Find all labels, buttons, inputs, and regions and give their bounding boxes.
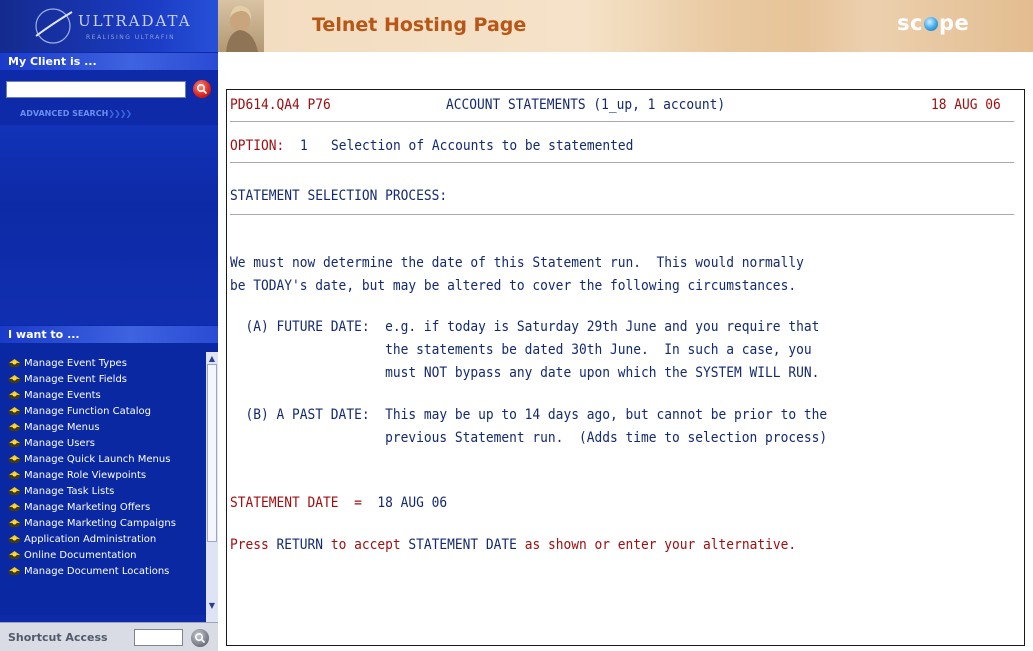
telnet-terminal[interactable]: PD614.QA4 P76 ACCOUNT STATEMENTS (1_up, … xyxy=(226,89,1025,646)
intro-line-2: be TODAY's date, but may be altered to c… xyxy=(230,278,797,294)
arrow-bullet-icon xyxy=(8,487,21,496)
task-menu-item-label: Manage Function Catalog xyxy=(24,406,152,417)
shortcut-access-label: Shortcut Access xyxy=(8,631,108,644)
arrow-bullet-icon xyxy=(8,375,21,384)
task-menu-item[interactable]: Online Documentation xyxy=(8,550,200,566)
arrow-bullet-icon xyxy=(8,407,21,416)
client-panel xyxy=(0,125,218,325)
prompt-text: as shown or enter your alternative. xyxy=(516,537,797,553)
divider xyxy=(230,214,1014,215)
prompt-return-key: RETURN xyxy=(276,537,324,553)
advanced-search-link[interactable]: ADVANCED SEARCH❯❯❯❯ xyxy=(20,109,132,118)
page-title: Telnet Hosting Page xyxy=(312,14,527,36)
statement-date-value: 18 AUG 06 xyxy=(377,495,448,511)
my-client-header: My Client is ... xyxy=(0,53,218,70)
task-menu-item-label: Manage Users xyxy=(24,438,95,449)
return-prompt: Press RETURN to accept STATEMENT DATE as… xyxy=(230,537,796,553)
statement-date-line: STATEMENT DATE = 18 AUG 06 xyxy=(230,495,447,511)
arrow-bullet-icon xyxy=(8,359,21,368)
task-menu-item-label: Manage Document Locations xyxy=(24,566,170,577)
program-id: PD614.QA4 P76 xyxy=(230,97,331,113)
task-menu-item[interactable]: Manage Event Types xyxy=(8,358,200,374)
process-title: STATEMENT SELECTION PROCESS: xyxy=(230,188,448,204)
client-search-input[interactable] xyxy=(6,81,186,98)
task-menu-item-label: Manage Role Viewpoints xyxy=(24,470,147,481)
scope-logo: sc pe xyxy=(897,11,970,35)
scroll-up-icon[interactable]: ▲ xyxy=(207,353,217,364)
task-menu-item-label: Application Administration xyxy=(24,534,157,545)
task-menu-item-label: Manage Marketing Campaigns xyxy=(24,518,176,529)
left-sidebar: ULTRADATA REALISING ULTRAFIN My Client i… xyxy=(0,0,218,651)
arrow-bullet-icon xyxy=(8,567,21,576)
task-menu-item-label: Manage Task Lists xyxy=(24,486,115,497)
arrow-bullet-icon xyxy=(8,551,21,560)
statement-date-label: STATEMENT DATE = xyxy=(230,495,378,511)
client-search-button[interactable] xyxy=(193,80,211,98)
future-date-line-1: (A) FUTURE DATE: e.g. if today is Saturd… xyxy=(230,319,820,335)
arrow-bullet-icon xyxy=(8,503,21,512)
advanced-search-label: ADVANCED SEARCH xyxy=(20,109,109,118)
future-date-line-3: must NOT bypass any date upon which the … xyxy=(230,365,820,381)
globe-icon xyxy=(923,17,938,31)
prompt-statement-date: STATEMENT DATE xyxy=(408,537,517,553)
task-menu-item[interactable]: Manage Role Viewpoints xyxy=(8,470,200,486)
prompt-text: to accept xyxy=(323,537,409,553)
shortcut-go-button[interactable] xyxy=(191,629,209,647)
task-menu-item-label: Manage Events xyxy=(24,390,101,401)
scrollbar-thumb[interactable] xyxy=(207,364,217,542)
arrow-bullet-icon xyxy=(8,423,21,432)
task-menu-item[interactable]: Manage Users xyxy=(8,438,200,454)
past-date-line-2: previous Statement run. (Adds time to se… xyxy=(230,430,828,446)
chevrons-right-icon: ❯❯❯❯ xyxy=(108,109,132,118)
option-value: 1 Selection of Accounts to be statemente… xyxy=(300,138,634,154)
page-header: Telnet Hosting Page sc pe xyxy=(218,0,1033,52)
magnifier-icon xyxy=(196,83,208,95)
shortcut-access-bar: Shortcut Access xyxy=(0,622,218,651)
arrow-bullet-icon xyxy=(8,471,21,480)
ultradata-logo-bar: ULTRADATA REALISING ULTRAFIN xyxy=(0,0,218,52)
task-menu-list: Manage Event Types Manage Event Fields Man… xyxy=(0,343,200,582)
task-menu-item[interactable]: Manage Events xyxy=(8,390,200,406)
task-menu-scrollbar[interactable]: ▲ ▼ xyxy=(206,352,218,622)
logo-tagline: REALISING ULTRAFIN xyxy=(86,34,176,41)
task-menu-item[interactable]: Manage Event Fields xyxy=(8,374,200,390)
task-menu-item[interactable]: Manage Document Locations xyxy=(8,566,200,582)
task-menu-item[interactable]: Application Administration xyxy=(8,534,200,550)
magnifier-icon xyxy=(194,632,206,644)
task-menu-item[interactable]: Manage Task Lists xyxy=(8,486,200,502)
arrow-bullet-icon xyxy=(8,455,21,464)
option-label: OPTION: xyxy=(230,138,285,154)
header-photo xyxy=(218,0,264,52)
i-want-to-panel: Manage Event Types Manage Event Fields Man… xyxy=(0,343,218,615)
arrow-bullet-icon xyxy=(8,535,21,544)
task-menu-item-label: Manage Event Types xyxy=(24,358,127,369)
task-menu-item-label: Manage Menus xyxy=(24,422,100,433)
task-menu-item[interactable]: Manage Marketing Offers xyxy=(8,502,200,518)
divider xyxy=(230,121,1014,122)
future-date-line-2: the statements be dated 30th June. In su… xyxy=(230,342,812,358)
logo-text: ULTRADATA xyxy=(78,12,192,30)
shortcut-access-input[interactable] xyxy=(134,629,183,646)
task-menu-item-label: Manage Marketing Offers xyxy=(24,502,151,513)
i-want-to-header: I want to ... xyxy=(0,326,218,343)
task-menu-item-label: Manage Quick Launch Menus xyxy=(24,454,171,465)
task-menu-item[interactable]: Manage Marketing Campaigns xyxy=(8,518,200,534)
prompt-text: Press xyxy=(230,537,277,553)
screen-title: ACCOUNT STATEMENTS (1_up, 1 account) xyxy=(446,97,726,113)
task-menu-item[interactable]: Manage Quick Launch Menus xyxy=(8,454,200,470)
screen-date: 18 AUG 06 xyxy=(931,97,1001,113)
arrow-bullet-icon xyxy=(8,391,21,400)
past-date-line-1: (B) A PAST DATE: This may be up to 14 da… xyxy=(230,407,828,423)
arrow-bullet-icon xyxy=(8,519,21,528)
task-menu-item-label: Online Documentation xyxy=(24,550,137,561)
task-menu-item[interactable]: Manage Menus xyxy=(8,422,200,438)
task-menu-item[interactable]: Manage Function Catalog xyxy=(8,406,200,422)
divider xyxy=(230,162,1014,163)
task-menu-item-label: Manage Event Fields xyxy=(24,374,128,385)
ultradata-swoosh-icon xyxy=(35,8,73,44)
arrow-bullet-icon xyxy=(8,439,21,448)
scroll-down-icon[interactable]: ▼ xyxy=(207,600,217,611)
intro-line-1: We must now determine the date of this S… xyxy=(230,255,804,271)
